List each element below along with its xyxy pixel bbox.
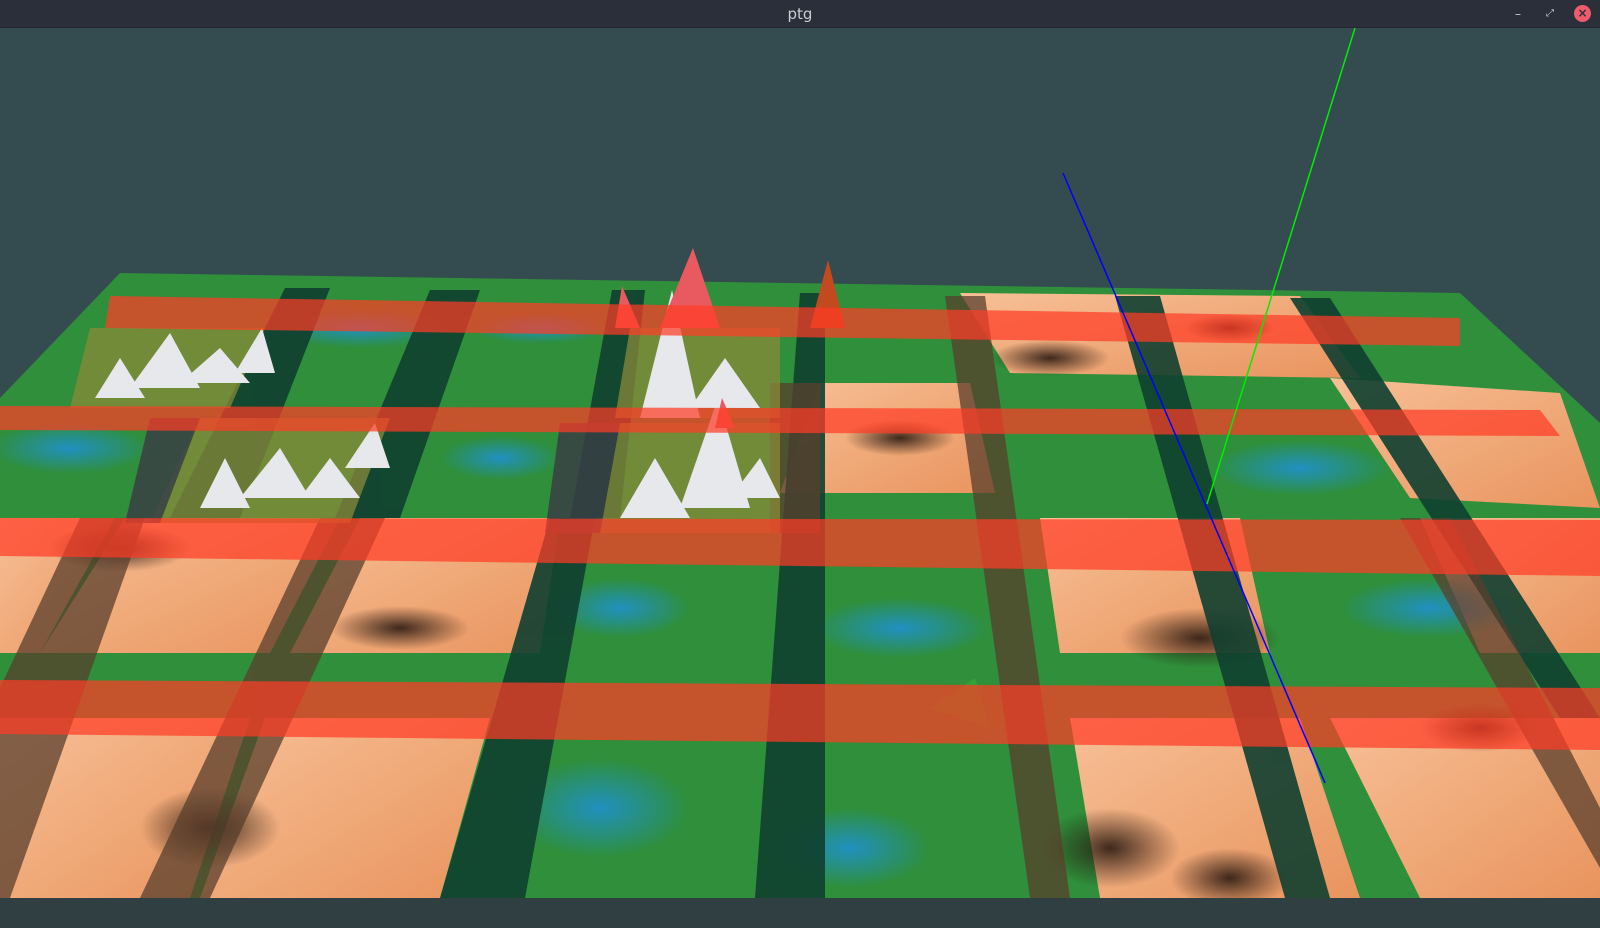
close-button[interactable]: × xyxy=(1574,5,1591,22)
viewport-bottom-strip xyxy=(0,898,1600,928)
app-window: ptg – ⤢ × xyxy=(0,0,1600,928)
window-title: ptg xyxy=(787,5,813,23)
3d-viewport[interactable] xyxy=(0,28,1600,928)
maximize-button[interactable]: ⤢ xyxy=(1541,5,1559,23)
title-bar[interactable]: ptg – ⤢ × xyxy=(0,0,1600,28)
terrain-scene[interactable] xyxy=(0,28,1600,928)
minimize-button[interactable]: – xyxy=(1509,5,1527,23)
